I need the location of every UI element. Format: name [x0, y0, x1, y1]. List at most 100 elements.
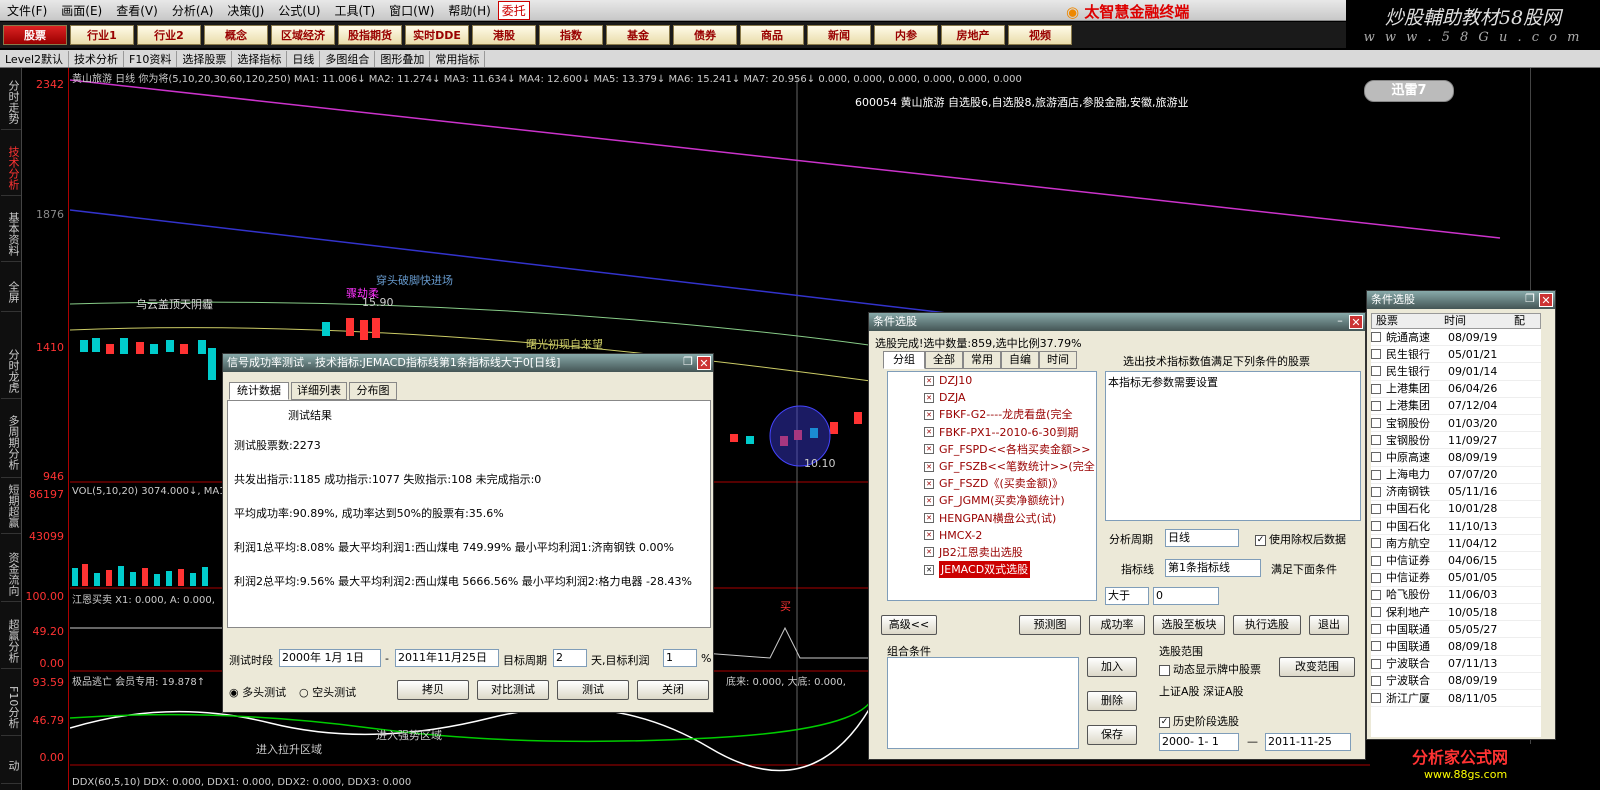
forecast-button[interactable]: 预测图 [1019, 615, 1081, 635]
nav-realestate[interactable]: 房地产 [941, 25, 1005, 45]
vtab-f10[interactable]: F10分析 [1, 680, 21, 736]
exit-button[interactable]: 退出 [1309, 615, 1349, 635]
radio-short[interactable]: ○ 空头测试 [299, 684, 356, 700]
date-from-field[interactable]: 2000年 1月 1日 [279, 649, 381, 667]
vtab-dragon[interactable]: 分时龙虎 [1, 343, 21, 399]
tab-distribution[interactable]: 分布图 [349, 382, 397, 400]
col-time[interactable]: 时间 [1444, 314, 1514, 328]
to-block-button[interactable]: 选股至板块 [1153, 615, 1225, 635]
close-icon[interactable]: ✕ [1539, 293, 1553, 307]
result-row[interactable]: 宝钢股份 11/09/27 [1371, 432, 1541, 450]
results-list[interactable]: 皖通高速 08/09/19 民生银行 05/01/21 民生银行 09/01/14 上港集团… [1371, 329, 1541, 737]
nav-fund[interactable]: 基金 [606, 25, 670, 45]
result-row[interactable]: 宁波联合 07/11/13 [1371, 656, 1541, 673]
nav-region[interactable]: 区域经济 [271, 25, 335, 45]
nav-commodity[interactable]: 商品 [740, 25, 804, 45]
result-row[interactable]: 上港集团 06/04/26 [1371, 381, 1541, 398]
restore-icon[interactable]: ❐ [681, 356, 695, 370]
nav-industry2[interactable]: 行业2 [137, 25, 201, 45]
success-rate-button[interactable]: 成功率 [1089, 615, 1145, 635]
toolbar-daily[interactable]: 日线 [287, 50, 321, 67]
tab-time[interactable]: 时间 [1039, 351, 1077, 369]
history-from-field[interactable]: 2000- 1- 1 [1159, 733, 1239, 751]
close-icon[interactable]: ✕ [697, 356, 711, 370]
formula-item[interactable]: ✕ HMCX-2 [924, 527, 1096, 544]
formula-item[interactable]: ✕ GF_FSPD<<各档买卖金额>> [924, 441, 1096, 458]
tab-all[interactable]: 全部 [925, 351, 963, 369]
vtab-fullscreen[interactable]: 全屏 [1, 272, 21, 312]
advanced-button[interactable]: 高级<< [881, 615, 937, 635]
tab-custom[interactable]: 自编 [1001, 351, 1039, 369]
result-row[interactable]: 中国联通 08/09/18 [1371, 638, 1541, 656]
history-to-field[interactable]: 2011-11-25 [1265, 733, 1351, 751]
date-to-field[interactable]: 2011年11月25日 [395, 649, 499, 667]
test-button[interactable]: 测试 [557, 680, 629, 700]
save-button[interactable]: 保存 [1087, 725, 1137, 745]
execute-button[interactable]: 执行选股 [1233, 615, 1301, 635]
result-row[interactable]: 上港集团 07/12/04 [1371, 398, 1541, 415]
result-row[interactable]: 宝钢股份 01/03/20 [1371, 415, 1541, 433]
delete-button[interactable]: 删除 [1087, 691, 1137, 711]
close-icon[interactable]: ✕ [1349, 315, 1363, 329]
menu-window[interactable]: 窗口(W) [382, 2, 441, 19]
menu-trade[interactable]: 委托 [497, 0, 530, 20]
vtab-capital[interactable]: 资金流向 [1, 546, 21, 602]
toolbar-f10[interactable]: F10资料 [124, 50, 178, 67]
tab-group[interactable]: 分组 [883, 351, 925, 369]
compare-button[interactable]: 对比测试 [477, 680, 549, 700]
nav-dde[interactable]: 实时DDE [405, 25, 469, 45]
nav-index[interactable]: 指数 [539, 25, 603, 45]
formula-item[interactable]: ✕ DZJ10 [924, 372, 1096, 389]
menu-view[interactable]: 查看(V) [109, 2, 165, 19]
result-row[interactable]: 中信证券 04/06/15 [1371, 552, 1541, 570]
close-button[interactable]: 关闭 [637, 680, 709, 700]
nav-stock[interactable]: 股票 [3, 25, 67, 45]
result-row[interactable]: 南方航空 11/04/12 [1371, 535, 1541, 553]
minimize-icon[interactable]: – [1333, 315, 1347, 329]
tab-detail[interactable]: 详细列表 [291, 382, 347, 400]
nav-futures[interactable]: 股指期货 [338, 25, 402, 45]
toolbar-multi[interactable]: 多图组合 [320, 50, 376, 67]
formula-item[interactable]: ✕ GF_JGMM(买卖净额统计) [924, 492, 1096, 509]
menu-formula[interactable]: 公式(U) [271, 2, 327, 19]
vtab-more[interactable]: 动 [1, 748, 21, 784]
history-checkbox[interactable]: ✓ 历史阶段选股 [1159, 713, 1239, 729]
vtab-super[interactable]: 超赢分析 [1, 613, 21, 669]
line-select[interactable]: 第1条指标线 [1165, 559, 1261, 577]
change-range-button[interactable]: 改变范围 [1279, 657, 1355, 677]
formula-item-selected[interactable]: ✕ JEMACD双式选股 [924, 561, 1096, 579]
restore-icon[interactable]: ❐ [1523, 293, 1537, 307]
dialog-signal-titlebar[interactable]: 信号成功率测试 - 技术指标:JEMACD指标线第1条指标线大于0[日线] ❐ … [223, 354, 713, 372]
copy-button[interactable]: 拷贝 [397, 680, 469, 700]
nav-news[interactable]: 新闻 [807, 25, 871, 45]
exright-checkbox[interactable]: ✓ 使用除权后数据 [1255, 531, 1346, 547]
radio-long[interactable]: ◉ 多头测试 [229, 684, 286, 700]
result-row[interactable]: 中国石化 10/01/28 [1371, 501, 1541, 519]
menu-analysis[interactable]: 分析(A) [165, 2, 221, 19]
operator-select[interactable]: 大于 [1105, 587, 1149, 605]
col-stock[interactable]: 股票 [1372, 314, 1444, 328]
result-row[interactable]: 中原高速 08/09/19 [1371, 449, 1541, 467]
result-row[interactable]: 民生银行 05/01/21 [1371, 346, 1541, 364]
nav-concept[interactable]: 概念 [204, 25, 268, 45]
menu-tools[interactable]: 工具(T) [327, 2, 382, 19]
formula-item[interactable]: ✕ JB2江恩卖出选股 [924, 544, 1096, 561]
formula-item[interactable]: ✕ DZJA [924, 389, 1096, 406]
result-row[interactable]: 民生银行 09/01/14 [1371, 363, 1541, 381]
target-days-field[interactable]: 2 [553, 649, 587, 667]
target-profit-field[interactable]: 1 [663, 649, 697, 667]
result-row[interactable]: 中国石化 11/10/13 [1371, 518, 1541, 536]
result-row[interactable]: 济南钢铁 05/11/16 [1371, 484, 1541, 501]
nav-insider[interactable]: 内参 [874, 25, 938, 45]
formula-item[interactable]: ✕ FBKF-G2----龙虎看盘(完全 [924, 406, 1096, 423]
result-row[interactable]: 皖通高速 08/09/19 [1371, 329, 1541, 347]
nav-bond[interactable]: 债券 [673, 25, 737, 45]
nav-industry1[interactable]: 行业1 [70, 25, 134, 45]
result-row[interactable]: 中信证券 05/01/05 [1371, 570, 1541, 587]
period-select[interactable]: 日线 [1165, 529, 1239, 547]
combo-box[interactable] [887, 657, 1079, 749]
dialog-results-titlebar[interactable]: 条件选股 ❐ ✕ [1367, 291, 1555, 309]
formula-item[interactable]: ✕ FBKF-PX1--2010-6-30到期 [924, 424, 1096, 441]
toolbar-overlay[interactable]: 图形叠加 [375, 50, 431, 67]
toolbar-tech[interactable]: 技术分析 [69, 50, 125, 67]
